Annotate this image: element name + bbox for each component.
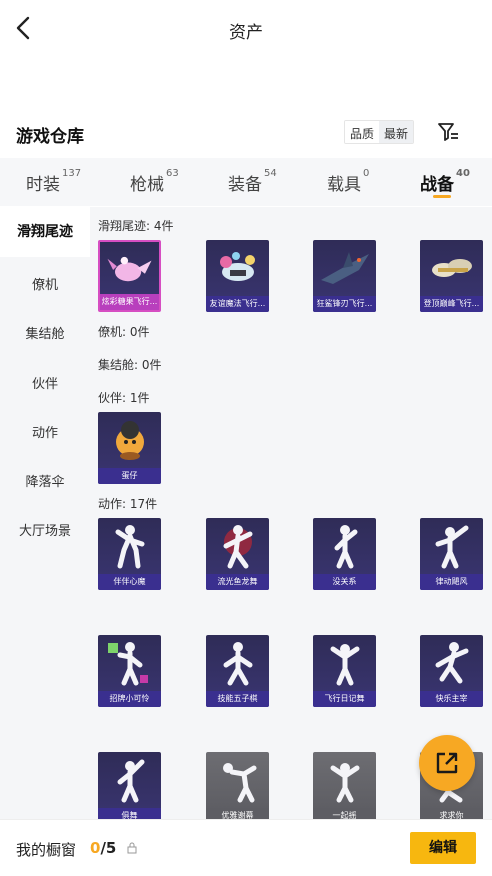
magic-trail-icon xyxy=(220,252,255,281)
sidebar-item-lobby-scene[interactable]: 大厅场景 xyxy=(0,520,90,539)
dancer-icon xyxy=(330,763,360,803)
item-card[interactable]: 炫彩糖果飞行... xyxy=(98,240,161,312)
top-bar: 资产 xyxy=(0,0,492,58)
tab-fashion[interactable]: 时装137 xyxy=(26,168,81,195)
item-card[interactable]: 技能五子棋 xyxy=(206,635,269,707)
dancer-icon xyxy=(108,642,148,686)
sidebar-item-wingman[interactable]: 僚机 xyxy=(0,274,90,293)
category-tabs: 时装137 枪械63 装备54 载具0 战备40 xyxy=(0,158,492,206)
dancer-icon xyxy=(223,525,253,569)
shark-trail-icon xyxy=(321,252,369,284)
item-card[interactable]: 流光鱼龙舞 xyxy=(206,518,269,590)
edit-button[interactable]: 编辑 xyxy=(410,832,476,864)
item-card[interactable]: 伴伴心魔 xyxy=(98,518,161,590)
group-label-partner: 伙伴: 1件 xyxy=(98,391,150,405)
sort-quality-button[interactable]: 品质 xyxy=(345,121,380,143)
sidebar-item-trail[interactable]: 滑翔尾迹 xyxy=(0,207,90,257)
tab-vehicles[interactable]: 载具0 xyxy=(327,168,369,195)
item-card[interactable]: 一起摇 xyxy=(313,752,376,819)
tab-weapons[interactable]: 枪械63 xyxy=(130,168,179,195)
sidebar-item-pod[interactable]: 集结舱 xyxy=(0,323,90,342)
sort-toggle: 品质 最新 xyxy=(344,120,415,144)
dancer-icon xyxy=(117,759,145,803)
content-grid: 滑翔尾迹: 4件 炫彩糖果飞行... 友谊魔法飞行... 狂鲨锋刃飞行... 登… xyxy=(90,207,492,819)
dancer-icon xyxy=(435,525,469,569)
item-card[interactable]: 没关系 xyxy=(313,518,376,590)
tab-battle-gear[interactable]: 战备40 xyxy=(420,168,470,195)
item-card[interactable]: 飞行日记舞 xyxy=(313,635,376,707)
item-card[interactable]: 优雅谢幕 xyxy=(206,752,269,819)
group-label-wingman: 僚机: 0件 xyxy=(98,325,150,339)
share-button[interactable] xyxy=(419,735,475,791)
item-card[interactable]: 招牌小可怜 xyxy=(98,635,161,707)
dancer-icon xyxy=(223,763,257,803)
sort-newest-button[interactable]: 最新 xyxy=(379,121,414,143)
item-card[interactable]: 友谊魔法飞行... xyxy=(206,240,269,312)
group-label-trail: 滑翔尾迹: 4件 xyxy=(98,219,174,233)
item-card[interactable]: 蛋仔 xyxy=(98,412,161,484)
candy-trail-icon xyxy=(107,256,152,282)
egg-partner-icon xyxy=(116,421,144,460)
sidebar-item-emote[interactable]: 动作 xyxy=(0,422,90,441)
active-tab-indicator xyxy=(433,195,451,198)
lock-icon xyxy=(127,842,137,854)
page-title: 资产 xyxy=(229,23,263,43)
summit-trail-icon xyxy=(432,259,472,277)
dancer-icon xyxy=(330,644,360,686)
sidebar: 滑翔尾迹 僚机 集结舱 伙伴 动作 降落伞 大厅场景 xyxy=(0,207,90,819)
tab-equipment[interactable]: 装备54 xyxy=(228,168,277,195)
group-label-emote: 动作: 17件 xyxy=(98,497,158,511)
external-link-icon xyxy=(436,752,458,774)
showcase-count: 0/5 xyxy=(90,839,117,857)
item-card[interactable]: 律动飓风 xyxy=(420,518,483,590)
item-card[interactable]: 登顶巅峰飞行... xyxy=(420,240,483,312)
showcase-label: 我的橱窗 xyxy=(16,841,77,859)
sidebar-item-partner[interactable]: 伙伴 xyxy=(0,373,90,392)
filter-icon[interactable] xyxy=(436,120,460,144)
item-card[interactable]: 俱舞 xyxy=(98,752,161,819)
dancer-icon xyxy=(435,642,469,684)
dancer-icon xyxy=(223,642,253,686)
item-card[interactable]: 快乐主宰 xyxy=(420,635,483,707)
sidebar-item-parachute[interactable]: 降落伞 xyxy=(0,471,90,490)
group-label-pod: 集结舱: 0件 xyxy=(98,358,162,372)
dancer-icon xyxy=(115,525,145,569)
item-card[interactable]: 狂鲨锋刃飞行... xyxy=(313,240,376,312)
section-header: 游戏仓库 xyxy=(0,112,492,152)
dancer-icon xyxy=(334,525,358,569)
section-title: 游戏仓库 xyxy=(16,127,84,147)
bottom-bar: 我的橱窗 0/5 编辑 xyxy=(0,819,492,876)
